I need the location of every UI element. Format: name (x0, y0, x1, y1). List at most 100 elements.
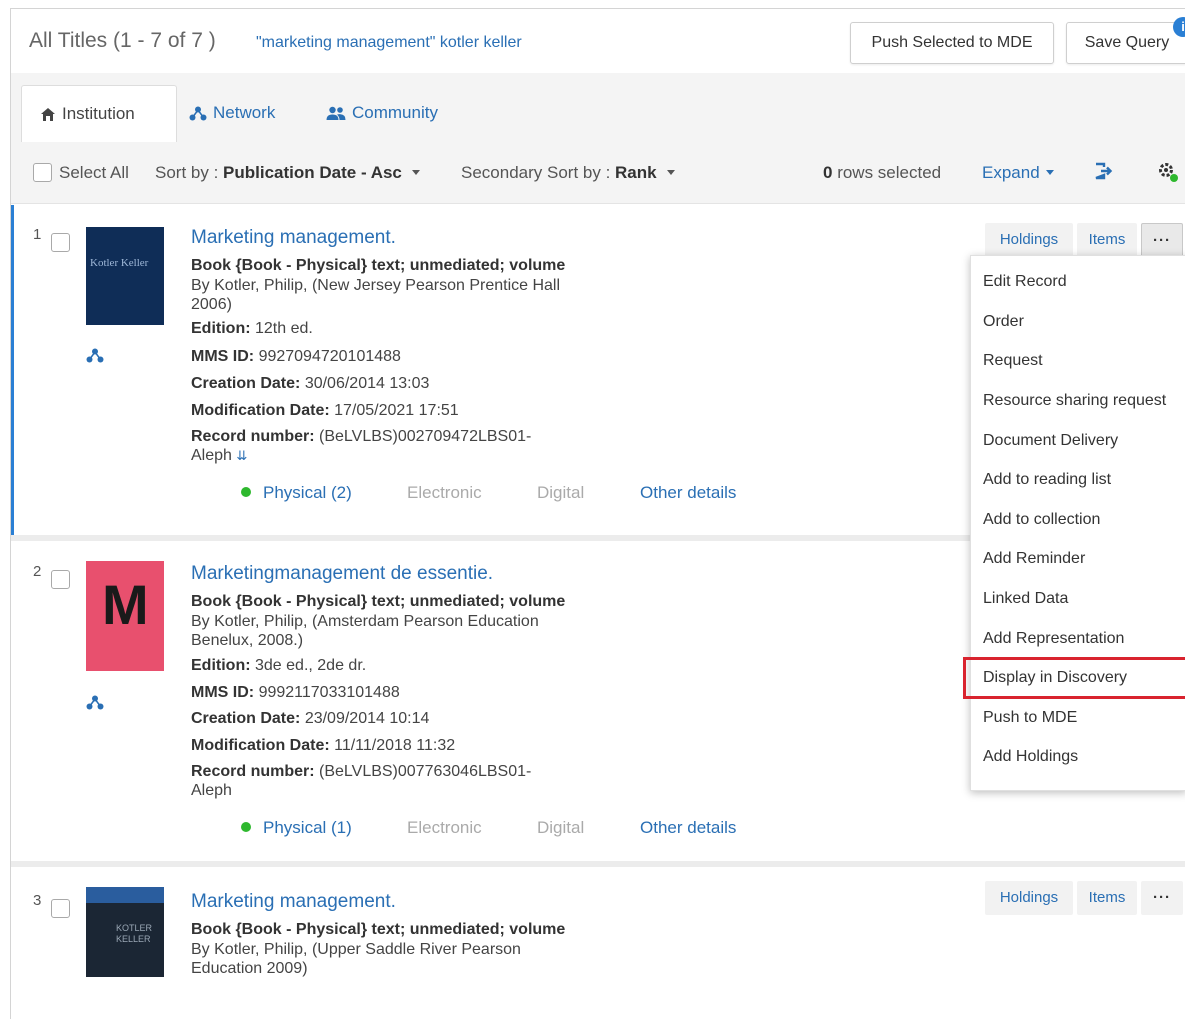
expand-dropdown[interactable]: Expand (982, 163, 1054, 183)
record-modification-date: Modification Date: 17/05/2021 17:51 (191, 401, 571, 420)
push-selected-to-mde-button[interactable]: Push Selected to MDE (850, 22, 1054, 64)
menu-item-edit-record[interactable]: Edit Record (983, 273, 1067, 291)
expand-label: Expand (982, 163, 1040, 182)
sort-by-dropdown[interactable]: Sort by : Publication Date - Asc (155, 163, 420, 183)
digital-availability: Digital (537, 483, 585, 502)
menu-item-add-representation[interactable]: Add Representation (983, 630, 1124, 648)
edition-value: 3de ed., 2de dr. (255, 657, 367, 674)
sort-by-value: Publication Date - Asc (223, 163, 402, 182)
creation-date-value: 23/09/2014 10:14 (304, 710, 430, 727)
creation-date-label: Creation Date: (191, 710, 301, 727)
record-number: 2 (33, 563, 42, 580)
more-actions-button[interactable]: ··· (1141, 881, 1183, 915)
results-title: All Titles (1 - 7 of 7 ) (29, 29, 216, 52)
available-dot-icon (241, 487, 251, 497)
creation-date-label: Creation Date: (191, 375, 301, 392)
physical-label: Physical (1) (263, 818, 352, 837)
secondary-sort-dropdown[interactable]: Secondary Sort by : Rank (461, 163, 675, 183)
record-format: Book {Book - Physical} text; unmediated;… (191, 921, 566, 938)
save-query-button[interactable]: Save Query (1066, 22, 1185, 64)
menu-item-display-in-discovery[interactable]: Display in Discovery (983, 669, 1127, 687)
rows-selected-status: 0 rows selected (823, 163, 941, 183)
tab-network[interactable]: Network (171, 85, 293, 141)
other-details-link[interactable]: Other details (640, 483, 736, 503)
chevron-double-down-icon[interactable]: ⇊ (236, 448, 247, 463)
home-icon (41, 108, 55, 121)
record-record-number: Record number: (BeLVLBS)002709472LBS01-A… (191, 427, 561, 465)
record-format: Book {Book - Physical} text; unmediated;… (191, 257, 566, 274)
book-cover-thumbnail[interactable]: Kotler Keller (86, 227, 164, 325)
digital-availability: Digital (537, 818, 585, 837)
modification-date-label: Modification Date: (191, 402, 330, 419)
tab-label: Institution (62, 104, 135, 123)
menu-item-resource-sharing-request[interactable]: Resource sharing request (983, 392, 1166, 410)
available-dot-icon (241, 822, 251, 832)
record-modification-date: Modification Date: 11/11/2018 11:32 (191, 736, 571, 755)
record-number: 1 (33, 226, 42, 243)
sort-by-label: Sort by : (155, 163, 224, 182)
holdings-button[interactable]: Holdings (985, 223, 1073, 257)
other-details-link[interactable]: Other details (640, 818, 736, 838)
tab-community[interactable]: Community (308, 85, 456, 141)
cover-band (86, 887, 164, 903)
record-checkbox[interactable] (51, 899, 70, 918)
creation-date-value: 30/06/2014 13:03 (304, 375, 430, 392)
electronic-availability: Electronic (407, 483, 482, 502)
record-number-label: Record number: (191, 763, 315, 780)
menu-item-add-to-collection[interactable]: Add to collection (983, 511, 1100, 529)
select-all-checkbox[interactable] (33, 163, 52, 182)
modification-date-value: 17/05/2021 17:51 (334, 402, 459, 419)
edition-label: Edition: (191, 320, 251, 337)
more-actions-menu: Edit Record Order Request Resource shari… (963, 255, 1185, 791)
holdings-button[interactable]: Holdings (985, 881, 1073, 915)
export-icon[interactable] (1093, 161, 1113, 181)
result-record: 3 KOTLER KELLER Marketing management. Bo… (11, 867, 1185, 1019)
cover-text: KOTLER KELLER (116, 923, 153, 944)
record-edition: Edition: 12th ed. (191, 319, 571, 338)
items-button[interactable]: Items (1077, 881, 1137, 915)
menu-item-add-to-reading-list[interactable]: Add to reading list (983, 471, 1111, 489)
tab-label: Community (352, 103, 438, 122)
chevron-down-icon (1045, 170, 1054, 175)
electronic-availability: Electronic (407, 818, 482, 837)
mms-id-label: MMS ID: (191, 684, 255, 701)
results-toolbar: Select All Sort by : Publication Date - … (11, 145, 1185, 204)
record-title-link[interactable]: Marketing management. (191, 891, 396, 913)
menu-item-add-reminder[interactable]: Add Reminder (983, 550, 1085, 568)
record-checkbox[interactable] (51, 233, 70, 252)
record-mms-id: MMS ID: 9992117033101488 (191, 683, 571, 702)
more-actions-button[interactable]: ··· (1141, 223, 1183, 257)
items-button[interactable]: Items (1077, 223, 1137, 257)
cover-text: M (102, 573, 149, 636)
menu-item-request[interactable]: Request (983, 352, 1043, 370)
book-cover-thumbnail[interactable]: KOTLER KELLER (86, 887, 164, 977)
physical-availability-link[interactable]: Physical (1) (241, 818, 352, 838)
record-creation-date: Creation Date: 30/06/2014 13:03 (191, 374, 571, 393)
search-query-link[interactable]: "marketing management" kotler keller (256, 34, 522, 52)
mms-id-value: 9927094720101488 (258, 348, 401, 365)
secondary-sort-label: Secondary Sort by : (461, 163, 616, 182)
menu-item-linked-data[interactable]: Linked Data (983, 590, 1068, 608)
selected-record-indicator (11, 205, 14, 535)
modification-date-label: Modification Date: (191, 737, 330, 754)
settings-gear-icon[interactable] (1157, 161, 1179, 183)
menu-item-order[interactable]: Order (983, 313, 1024, 331)
results-header: All Titles (1 - 7 of 7 ) "marketing mana… (11, 9, 1185, 74)
record-checkbox[interactable] (51, 570, 70, 589)
record-number-label: Record number: (191, 428, 315, 445)
menu-item-add-holdings[interactable]: Add Holdings (983, 748, 1078, 766)
network-icon (86, 695, 104, 710)
tab-label: Network (213, 103, 276, 122)
book-cover-thumbnail[interactable]: M (86, 561, 164, 671)
record-format: Book {Book - Physical} text; unmediated;… (191, 593, 566, 610)
physical-availability-link[interactable]: Physical (2) (241, 483, 352, 503)
menu-item-push-to-mde[interactable]: Push to MDE (983, 709, 1077, 727)
tab-institution[interactable]: Institution (21, 85, 177, 142)
menu-item-document-delivery[interactable]: Document Delivery (983, 432, 1118, 450)
cover-text: Kotler Keller (90, 257, 149, 269)
chevron-down-icon (411, 170, 420, 175)
record-title-link[interactable]: Marketingmanagement de essentie. (191, 563, 493, 585)
select-all-label[interactable]: Select All (59, 163, 129, 183)
record-title-link[interactable]: Marketing management. (191, 227, 396, 249)
record-record-number: Record number: (BeLVLBS)007763046LBS01-A… (191, 762, 561, 800)
